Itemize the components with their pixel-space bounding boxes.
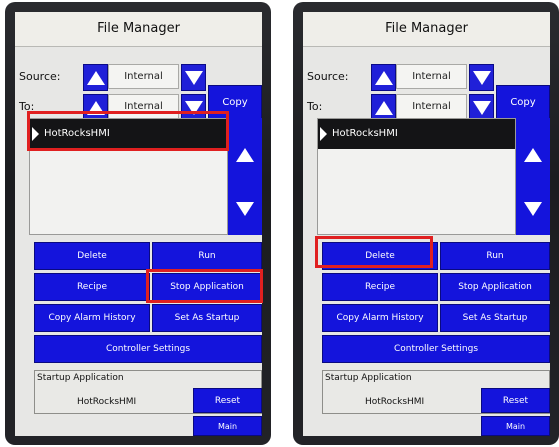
source-label: Source: — [19, 70, 61, 83]
main-button[interactable]: Main — [481, 416, 550, 436]
copy-alarm-history-button[interactable]: Copy Alarm History — [34, 304, 150, 332]
startup-application-value: HotRocksHMI — [77, 397, 137, 407]
list-marker-icon — [320, 127, 327, 141]
set-as-startup-button[interactable]: Set As Startup — [152, 304, 262, 332]
list-item-label: HotRocksHMI — [332, 128, 398, 139]
up-arrow-icon — [374, 70, 393, 85]
source-up-button[interactable] — [83, 64, 108, 91]
reset-button[interactable]: Reset — [193, 388, 262, 413]
startup-application-value: HotRocksHMI — [365, 397, 425, 407]
recipe-button[interactable]: Recipe — [34, 273, 150, 301]
startup-application-label: Startup Application — [325, 373, 412, 383]
scroll-up-button[interactable] — [521, 142, 544, 167]
list-scrollbar[interactable] — [228, 118, 262, 235]
stop-application-button[interactable]: Stop Application — [440, 273, 550, 301]
list-item[interactable]: HotRocksHMI — [318, 119, 515, 149]
to-field[interactable]: Internal — [396, 94, 467, 119]
up-arrow-icon — [235, 147, 254, 162]
down-arrow-icon — [184, 70, 203, 85]
down-arrow-icon — [472, 100, 491, 115]
copy-button[interactable]: Copy — [496, 85, 550, 119]
highlight-delete — [315, 236, 433, 268]
to-label: To: — [307, 100, 323, 113]
run-button[interactable]: Run — [152, 242, 262, 270]
scroll-down-button[interactable] — [233, 196, 256, 221]
reset-button[interactable]: Reset — [481, 388, 550, 413]
source-label: Source: — [307, 70, 349, 83]
source-field[interactable]: Internal — [396, 64, 467, 89]
source-down-button[interactable] — [181, 64, 206, 91]
highlight-stop-application — [146, 269, 263, 303]
up-arrow-icon — [523, 147, 542, 162]
recipe-button[interactable]: Recipe — [322, 273, 438, 301]
down-arrow-icon — [472, 70, 491, 85]
highlight-list-item — [27, 111, 229, 151]
delete-button[interactable]: Delete — [34, 242, 150, 270]
up-arrow-icon — [374, 100, 393, 115]
to-up-button[interactable] — [371, 94, 396, 121]
controller-settings-button[interactable]: Controller Settings — [322, 335, 550, 363]
source-up-button[interactable] — [371, 64, 396, 91]
hmi-device-right: File Manager Source: Internal To: Intern… — [293, 2, 559, 445]
hmi-device-left: File Manager Source: Internal To: Intern… — [5, 2, 271, 445]
file-list[interactable]: HotRocksHMI — [317, 118, 516, 235]
hmi-screen-left: File Manager Source: Internal To: Intern… — [15, 12, 262, 436]
source-field[interactable]: Internal — [108, 64, 179, 89]
controller-settings-button[interactable]: Controller Settings — [34, 335, 262, 363]
list-scrollbar[interactable] — [516, 118, 550, 235]
up-arrow-icon — [86, 70, 105, 85]
page-title: File Manager — [15, 12, 262, 47]
run-button[interactable]: Run — [440, 242, 550, 270]
page-title: File Manager — [303, 12, 550, 47]
to-down-button[interactable] — [469, 94, 494, 121]
source-down-button[interactable] — [469, 64, 494, 91]
copy-alarm-history-button[interactable]: Copy Alarm History — [322, 304, 438, 332]
scroll-up-button[interactable] — [233, 142, 256, 167]
set-as-startup-button[interactable]: Set As Startup — [440, 304, 550, 332]
startup-application-label: Startup Application — [37, 373, 124, 383]
down-arrow-icon — [235, 201, 254, 216]
scroll-down-button[interactable] — [521, 196, 544, 221]
hmi-screen-right: File Manager Source: Internal To: Intern… — [303, 12, 550, 436]
down-arrow-icon — [523, 201, 542, 216]
main-button[interactable]: Main — [193, 416, 262, 436]
